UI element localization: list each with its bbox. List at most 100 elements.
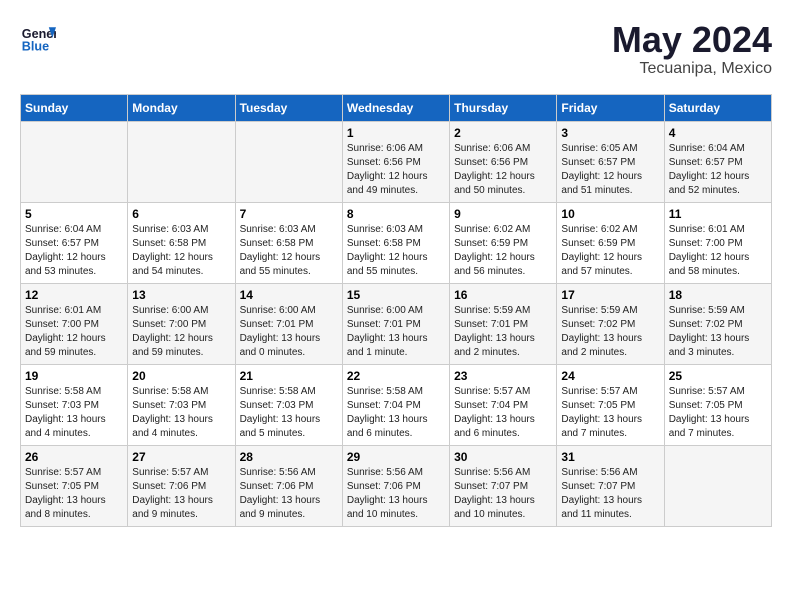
- day-detail: Sunrise: 5:56 AM Sunset: 7:06 PM Dayligh…: [240, 466, 338, 522]
- day-number: 17: [561, 288, 659, 302]
- day-number: 7: [240, 207, 338, 221]
- day-number: 3: [561, 126, 659, 140]
- calendar-cell: 10Sunrise: 6:02 AM Sunset: 6:59 PM Dayli…: [557, 202, 664, 283]
- day-number: 19: [25, 369, 123, 383]
- day-detail: Sunrise: 5:56 AM Sunset: 7:07 PM Dayligh…: [561, 466, 659, 522]
- day-number: 24: [561, 369, 659, 383]
- day-number: 11: [669, 207, 767, 221]
- day-detail: Sunrise: 6:00 AM Sunset: 7:01 PM Dayligh…: [347, 304, 445, 360]
- day-detail: Sunrise: 5:59 AM Sunset: 7:02 PM Dayligh…: [669, 304, 767, 360]
- calendar-cell: 17 Sunrise: 5:59 AM Sunset: 7:02 PM Dayli…: [557, 283, 664, 364]
- day-detail: Sunrise: 6:00 AM Sunset: 7:00 PM Dayligh…: [132, 304, 230, 360]
- day-number: 15: [347, 288, 445, 302]
- day-number: 18: [669, 288, 767, 302]
- day-detail: Sunrise: 5:58 AM Sunset: 7:03 PM Dayligh…: [25, 385, 123, 441]
- calendar-cell: 9 Sunrise: 6:02 AM Sunset: 6:59 PM Daylig…: [450, 202, 557, 283]
- calendar-cell: 26 Sunrise: 5:57 AM Sunset: 7:05 PM Dayli…: [21, 445, 128, 526]
- day-number: 8: [347, 207, 445, 221]
- weekday-header: Sunday: [21, 94, 128, 121]
- day-detail: Sunrise: 6:06 AM Sunset: 6:56 PM Dayligh…: [347, 142, 445, 198]
- calendar-table: SundayMondayTuesdayWednesdayThursdayFrid…: [20, 94, 772, 527]
- calendar-cell: 15 Sunrise: 6:00 AM Sunset: 7:01 PM Dayli…: [342, 283, 449, 364]
- calendar-cell: 24 Sunrise: 5:57 AM Sunset: 7:05 PM Dayli…: [557, 364, 664, 445]
- day-number: 31: [561, 450, 659, 464]
- day-detail: Sunrise: 6:01 AM Sunset: 7:00 PM Dayligh…: [25, 304, 123, 360]
- day-detail: Sunrise: 5:57 AM Sunset: 7:05 PM Dayligh…: [669, 385, 767, 441]
- day-number: 27: [132, 450, 230, 464]
- calendar-week-row: 26 Sunrise: 5:57 AM Sunset: 7:05 PM Dayli…: [21, 445, 772, 526]
- day-number: 4: [669, 126, 767, 140]
- day-number: 26: [25, 450, 123, 464]
- day-number: 2: [454, 126, 552, 140]
- day-number: 1: [347, 126, 445, 140]
- calendar-cell: 5 Sunrise: 6:04 AM Sunset: 6:57 PM Daylig…: [21, 202, 128, 283]
- day-detail: Sunrise: 6:04 AM Sunset: 6:57 PM Dayligh…: [669, 142, 767, 198]
- calendar-week-row: 19 Sunrise: 5:58 AM Sunset: 7:03 PM Dayli…: [21, 364, 772, 445]
- day-detail: Sunrise: 5:59 AM Sunset: 7:02 PM Dayligh…: [561, 304, 659, 360]
- calendar-cell: 4 Sunrise: 6:04 AM Sunset: 6:57 PM Daylig…: [664, 121, 771, 202]
- day-detail: Sunrise: 5:57 AM Sunset: 7:05 PM Dayligh…: [561, 385, 659, 441]
- day-number: 14: [240, 288, 338, 302]
- calendar-cell: 28 Sunrise: 5:56 AM Sunset: 7:06 PM Dayli…: [235, 445, 342, 526]
- svg-text:Blue: Blue: [22, 40, 49, 54]
- calendar-cell: 12 Sunrise: 6:01 AM Sunset: 7:00 PM Dayli…: [21, 283, 128, 364]
- day-number: 9: [454, 207, 552, 221]
- day-number: 12: [25, 288, 123, 302]
- day-detail: Sunrise: 5:58 AM Sunset: 7:04 PM Dayligh…: [347, 385, 445, 441]
- calendar-cell: [664, 445, 771, 526]
- day-detail: Sunrise: 5:57 AM Sunset: 7:05 PM Dayligh…: [25, 466, 123, 522]
- calendar-cell: [235, 121, 342, 202]
- calendar-week-row: 12 Sunrise: 6:01 AM Sunset: 7:00 PM Dayli…: [21, 283, 772, 364]
- calendar-cell: 3 Sunrise: 6:05 AM Sunset: 6:57 PM Daylig…: [557, 121, 664, 202]
- calendar-cell: 27 Sunrise: 5:57 AM Sunset: 7:06 PM Dayli…: [128, 445, 235, 526]
- location-title: Tecuanipa, Mexico: [612, 60, 772, 78]
- calendar-cell: 11Sunrise: 6:01 AM Sunset: 7:00 PM Dayli…: [664, 202, 771, 283]
- day-number: 28: [240, 450, 338, 464]
- calendar-cell: 1 Sunrise: 6:06 AM Sunset: 6:56 PM Daylig…: [342, 121, 449, 202]
- calendar-cell: 21Sunrise: 5:58 AM Sunset: 7:03 PM Dayli…: [235, 364, 342, 445]
- calendar-cell: 31 Sunrise: 5:56 AM Sunset: 7:07 PM Dayli…: [557, 445, 664, 526]
- month-title: May 2024: [612, 20, 772, 60]
- calendar-cell: 23 Sunrise: 5:57 AM Sunset: 7:04 PM Dayli…: [450, 364, 557, 445]
- day-number: 20: [132, 369, 230, 383]
- calendar-cell: 22 Sunrise: 5:58 AM Sunset: 7:04 PM Dayli…: [342, 364, 449, 445]
- day-number: 5: [25, 207, 123, 221]
- calendar-cell: [21, 121, 128, 202]
- day-detail: Sunrise: 6:02 AM Sunset: 6:59 PM Dayligh…: [561, 223, 659, 279]
- day-number: 30: [454, 450, 552, 464]
- day-detail: Sunrise: 6:03 AM Sunset: 6:58 PM Dayligh…: [132, 223, 230, 279]
- calendar-cell: 16 Sunrise: 5:59 AM Sunset: 7:01 PM Dayli…: [450, 283, 557, 364]
- calendar-cell: 7 Sunrise: 6:03 AM Sunset: 6:58 PM Daylig…: [235, 202, 342, 283]
- day-number: 23: [454, 369, 552, 383]
- calendar-cell: 19 Sunrise: 5:58 AM Sunset: 7:03 PM Dayli…: [21, 364, 128, 445]
- day-number: 29: [347, 450, 445, 464]
- title-block: May 2024 Tecuanipa, Mexico: [612, 20, 772, 78]
- calendar-cell: 30Sunrise: 5:56 AM Sunset: 7:07 PM Dayli…: [450, 445, 557, 526]
- day-number: 21: [240, 369, 338, 383]
- day-detail: Sunrise: 5:59 AM Sunset: 7:01 PM Dayligh…: [454, 304, 552, 360]
- logo-icon: General Blue: [20, 20, 56, 56]
- calendar-cell: 18 Sunrise: 5:59 AM Sunset: 7:02 PM Dayli…: [664, 283, 771, 364]
- calendar-cell: 25Sunrise: 5:57 AM Sunset: 7:05 PM Dayli…: [664, 364, 771, 445]
- day-number: 13: [132, 288, 230, 302]
- day-number: 22: [347, 369, 445, 383]
- day-number: 16: [454, 288, 552, 302]
- weekday-header: Wednesday: [342, 94, 449, 121]
- day-detail: Sunrise: 6:03 AM Sunset: 6:58 PM Dayligh…: [240, 223, 338, 279]
- weekday-header: Friday: [557, 94, 664, 121]
- calendar-cell: 13 Sunrise: 6:00 AM Sunset: 7:00 PM Dayli…: [128, 283, 235, 364]
- logo: General Blue: [20, 20, 56, 56]
- day-detail: Sunrise: 5:57 AM Sunset: 7:04 PM Dayligh…: [454, 385, 552, 441]
- day-detail: Sunrise: 6:02 AM Sunset: 6:59 PM Dayligh…: [454, 223, 552, 279]
- calendar-cell: 14 Sunrise: 6:00 AM Sunset: 7:01 PM Dayli…: [235, 283, 342, 364]
- day-detail: Sunrise: 5:57 AM Sunset: 7:06 PM Dayligh…: [132, 466, 230, 522]
- weekday-header: Saturday: [664, 94, 771, 121]
- day-detail: Sunrise: 6:00 AM Sunset: 7:01 PM Dayligh…: [240, 304, 338, 360]
- day-detail: Sunrise: 6:04 AM Sunset: 6:57 PM Dayligh…: [25, 223, 123, 279]
- calendar-cell: [128, 121, 235, 202]
- weekday-header: Thursday: [450, 94, 557, 121]
- weekday-header-row: SundayMondayTuesdayWednesdayThursdayFrid…: [21, 94, 772, 121]
- calendar-cell: 29Sunrise: 5:56 AM Sunset: 7:06 PM Dayli…: [342, 445, 449, 526]
- day-detail: Sunrise: 6:05 AM Sunset: 6:57 PM Dayligh…: [561, 142, 659, 198]
- calendar-cell: 8Sunrise: 6:03 AM Sunset: 6:58 PM Daylig…: [342, 202, 449, 283]
